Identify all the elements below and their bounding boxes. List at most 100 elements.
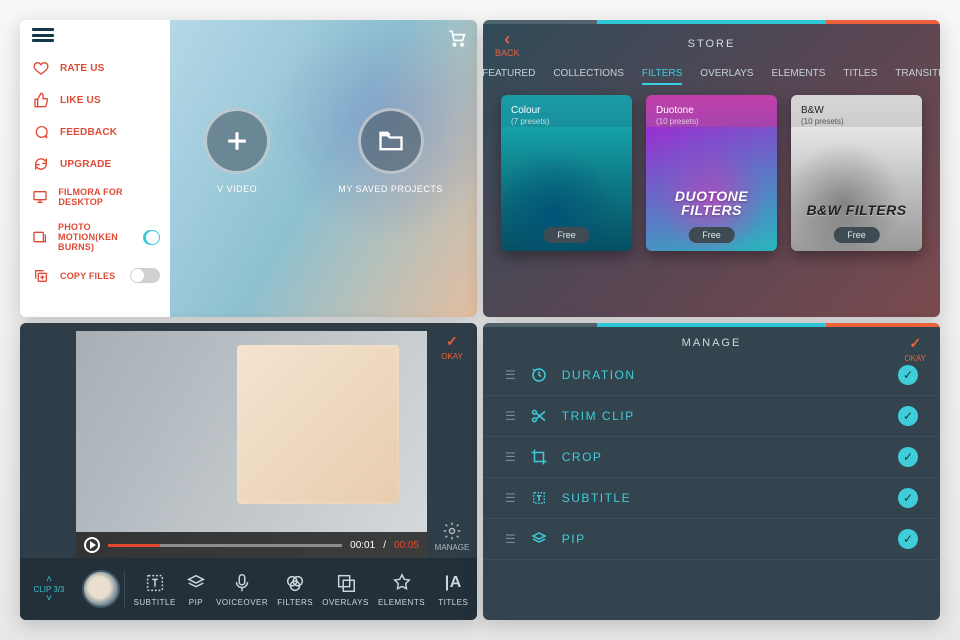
pack-big-title: B&W FILTERS: [791, 203, 922, 217]
tab-overlays[interactable]: OVERLAYS: [700, 68, 753, 85]
manage-row-duration[interactable]: ☰ DURATION ✓: [483, 355, 940, 396]
tool-titles[interactable]: |A TITLES: [438, 572, 468, 607]
menu-like-us[interactable]: LIKE US: [32, 84, 160, 116]
tool-pip[interactable]: PIP: [185, 572, 207, 607]
tab-collections[interactable]: COLLECTIONS: [553, 68, 624, 85]
time-sep: /: [383, 540, 386, 551]
tool-label: VOICEOVER: [216, 598, 268, 607]
menu-desktop[interactable]: FILMORA FOR DESKTOP: [32, 180, 160, 215]
trim-icon: [530, 407, 548, 425]
clip-selector[interactable]: ˄ CLIP 3/3 ˅: [20, 576, 78, 603]
refresh-icon: [32, 155, 50, 173]
okay-label: OKAY: [441, 352, 463, 361]
pack-duotone[interactable]: Duotone(10 presets) DUOTONE FILTERS Free: [646, 95, 777, 251]
manage-title: MANAGE: [497, 337, 926, 349]
tab-featured[interactable]: FEATURED: [483, 68, 535, 85]
row-check[interactable]: ✓: [898, 447, 918, 467]
side-menu: RATE US LIKE US FEEDBACK UPGRADE FILMORA…: [20, 20, 170, 317]
tab-elements[interactable]: ELEMENTS: [771, 68, 825, 85]
photo-motion-icon: [32, 228, 48, 246]
drag-handle-icon[interactable]: ☰: [505, 532, 516, 546]
pack-big-title: DUOTONE FILTERS: [646, 189, 777, 217]
tool-label: FILTERS: [277, 598, 313, 607]
tool-label: PIP: [189, 598, 203, 607]
saved-projects-button[interactable]: MY SAVED PROJECTS: [338, 108, 443, 194]
okay-button[interactable]: ✓ OKAY: [904, 335, 926, 363]
hamburger-icon[interactable]: [32, 28, 54, 42]
drag-handle-icon[interactable]: ☰: [505, 491, 516, 505]
cart-icon[interactable]: [447, 28, 467, 48]
tool-voiceover[interactable]: VOICEOVER: [216, 572, 268, 607]
row-label: DURATION: [562, 368, 636, 382]
tool-filters[interactable]: FILTERS: [277, 572, 313, 607]
row-label: SUBTITLE: [562, 491, 631, 505]
pack-bw[interactable]: B&W(10 presets) B&W FILTERS Free: [791, 95, 922, 251]
drag-handle-icon[interactable]: ☰: [505, 450, 516, 464]
manage-row-trim[interactable]: ☰ TRIM CLIP ✓: [483, 396, 940, 437]
overlays-icon: [335, 572, 357, 594]
menu-label: LIKE US: [60, 95, 101, 106]
plus-icon: [204, 108, 270, 174]
check-icon: ✓: [909, 335, 921, 352]
new-video-button[interactable]: V VIDEO: [204, 108, 270, 194]
drag-handle-icon[interactable]: ☰: [505, 409, 516, 423]
tab-filters[interactable]: FILTERS: [642, 68, 682, 85]
manage-row-pip[interactable]: ☰ PIP ✓: [483, 519, 940, 560]
store-screen: ‹BACK STORE FEATURED COLLECTIONS FILTERS…: [483, 20, 940, 317]
clip-thumbnail[interactable]: [82, 570, 120, 608]
menu-photo-motion[interactable]: PHOTO MOTION(KEN BURNS): [32, 215, 160, 260]
toggle-off[interactable]: [130, 268, 160, 283]
okay-button[interactable]: ✓OKAY: [441, 333, 463, 361]
menu-copy-files[interactable]: COPY FILES: [32, 260, 160, 292]
menu-label: UPGRADE: [60, 159, 111, 170]
manage-button[interactable]: MANAGE: [435, 521, 470, 552]
video-preview[interactable]: 00:01/00:05: [76, 331, 427, 558]
toggle-on[interactable]: [143, 230, 160, 245]
row-check[interactable]: ✓: [898, 529, 918, 549]
pack-name: Colour: [511, 105, 540, 116]
manage-screen: MANAGE ✓OKAY ☰ DURATION ✓ ☰ TRIM CLIP ✓ …: [483, 323, 940, 620]
back-label: BACK: [495, 49, 520, 58]
menu-label: RATE US: [60, 63, 105, 74]
video-subject: [237, 345, 398, 504]
pack-presets: (10 presets): [801, 117, 844, 126]
row-check[interactable]: ✓: [898, 406, 918, 426]
mic-icon: [231, 572, 253, 594]
row-check[interactable]: ✓: [898, 488, 918, 508]
thumbs-up-icon: [32, 91, 50, 109]
pip-icon: [185, 572, 207, 594]
copy-icon: [32, 267, 50, 285]
menu-feedback[interactable]: FEEDBACK: [32, 116, 160, 148]
tool-elements[interactable]: ELEMENTS: [378, 572, 425, 607]
heart-icon: [32, 59, 50, 77]
manage-row-subtitle[interactable]: ☰ SUBTITLE ✓: [483, 478, 940, 519]
duration-icon: [530, 366, 548, 384]
menu-label: PHOTO MOTION(KEN BURNS): [58, 222, 133, 253]
menu-rate-us[interactable]: RATE US: [32, 52, 160, 84]
titles-icon: |A: [442, 572, 464, 594]
okay-label: OKAY: [904, 354, 926, 363]
drag-handle-icon[interactable]: ☰: [505, 368, 516, 382]
menu-upgrade[interactable]: UPGRADE: [32, 148, 160, 180]
tool-overlays[interactable]: OVERLAYS: [322, 572, 369, 607]
row-label: CROP: [562, 450, 603, 464]
tab-titles[interactable]: TITLES: [843, 68, 877, 85]
folder-icon: [358, 108, 424, 174]
menu-label: FEEDBACK: [60, 127, 117, 138]
tab-transitions[interactable]: TRANSITI: [895, 68, 940, 85]
manage-row-crop[interactable]: ☰ CROP ✓: [483, 437, 940, 478]
manage-label: MANAGE: [435, 543, 470, 552]
seek-track[interactable]: [108, 544, 342, 547]
price-badge: Free: [688, 227, 735, 243]
tool-label: OVERLAYS: [322, 598, 369, 607]
play-button[interactable]: [84, 537, 100, 553]
action-label: V VIDEO: [217, 184, 257, 194]
row-check[interactable]: ✓: [898, 365, 918, 385]
pack-colour[interactable]: Colour(7 presets) Free: [501, 95, 632, 251]
gear-icon: [442, 521, 462, 541]
time-total: 00:05: [394, 540, 419, 551]
action-label: MY SAVED PROJECTS: [338, 184, 443, 194]
chevron-down-icon: ˅: [46, 595, 52, 603]
tool-label: TITLES: [438, 598, 468, 607]
tool-subtitle[interactable]: SUBTITLE: [134, 572, 176, 607]
